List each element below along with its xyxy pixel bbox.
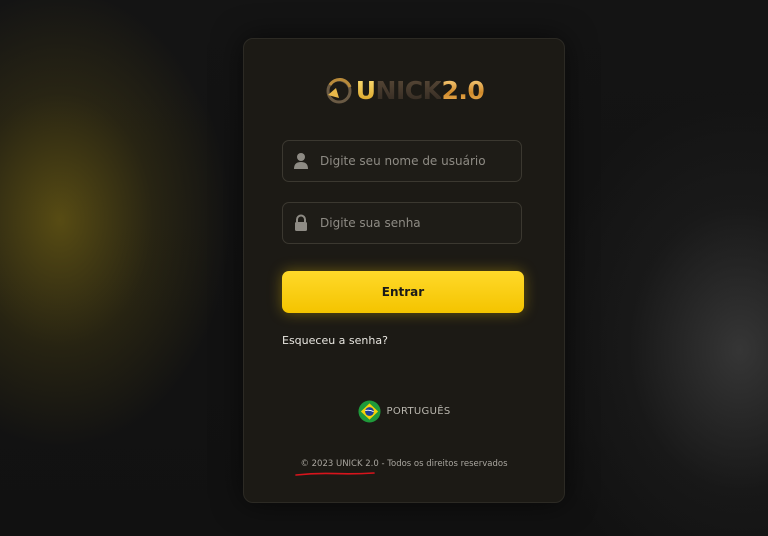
language-label: PORTUGUÊS — [386, 406, 451, 417]
copyright-footer: © 2023 UNICK 2.0 - Todos os direitos res… — [300, 459, 508, 469]
logo-brand-rest: NICK — [375, 76, 442, 105]
brazil-flag-icon — [357, 400, 381, 423]
language-selector[interactable]: PORTUGUÊS — [244, 400, 564, 423]
logo-brand-highlight: U — [355, 76, 376, 105]
logo-mark-icon — [326, 78, 352, 104]
lock-icon — [295, 214, 307, 231]
username-input[interactable] — [320, 141, 515, 181]
password-field[interactable] — [282, 202, 522, 244]
login-card: U NICK 2.0 Entrar Esqueceu a senha? PORT… — [243, 38, 565, 503]
password-input[interactable] — [320, 203, 515, 243]
logo-wordmark: U NICK 2.0 — [356, 76, 485, 106]
unick-logo: U NICK 2.0 — [244, 71, 564, 111]
login-button[interactable]: Entrar — [282, 271, 524, 313]
forgot-password-link[interactable]: Esqueceu a senha? — [282, 334, 388, 347]
user-icon — [294, 153, 308, 169]
username-field[interactable] — [282, 140, 522, 182]
red-underline-annotation — [295, 472, 375, 476]
logo-version: 2.0 — [441, 76, 485, 105]
